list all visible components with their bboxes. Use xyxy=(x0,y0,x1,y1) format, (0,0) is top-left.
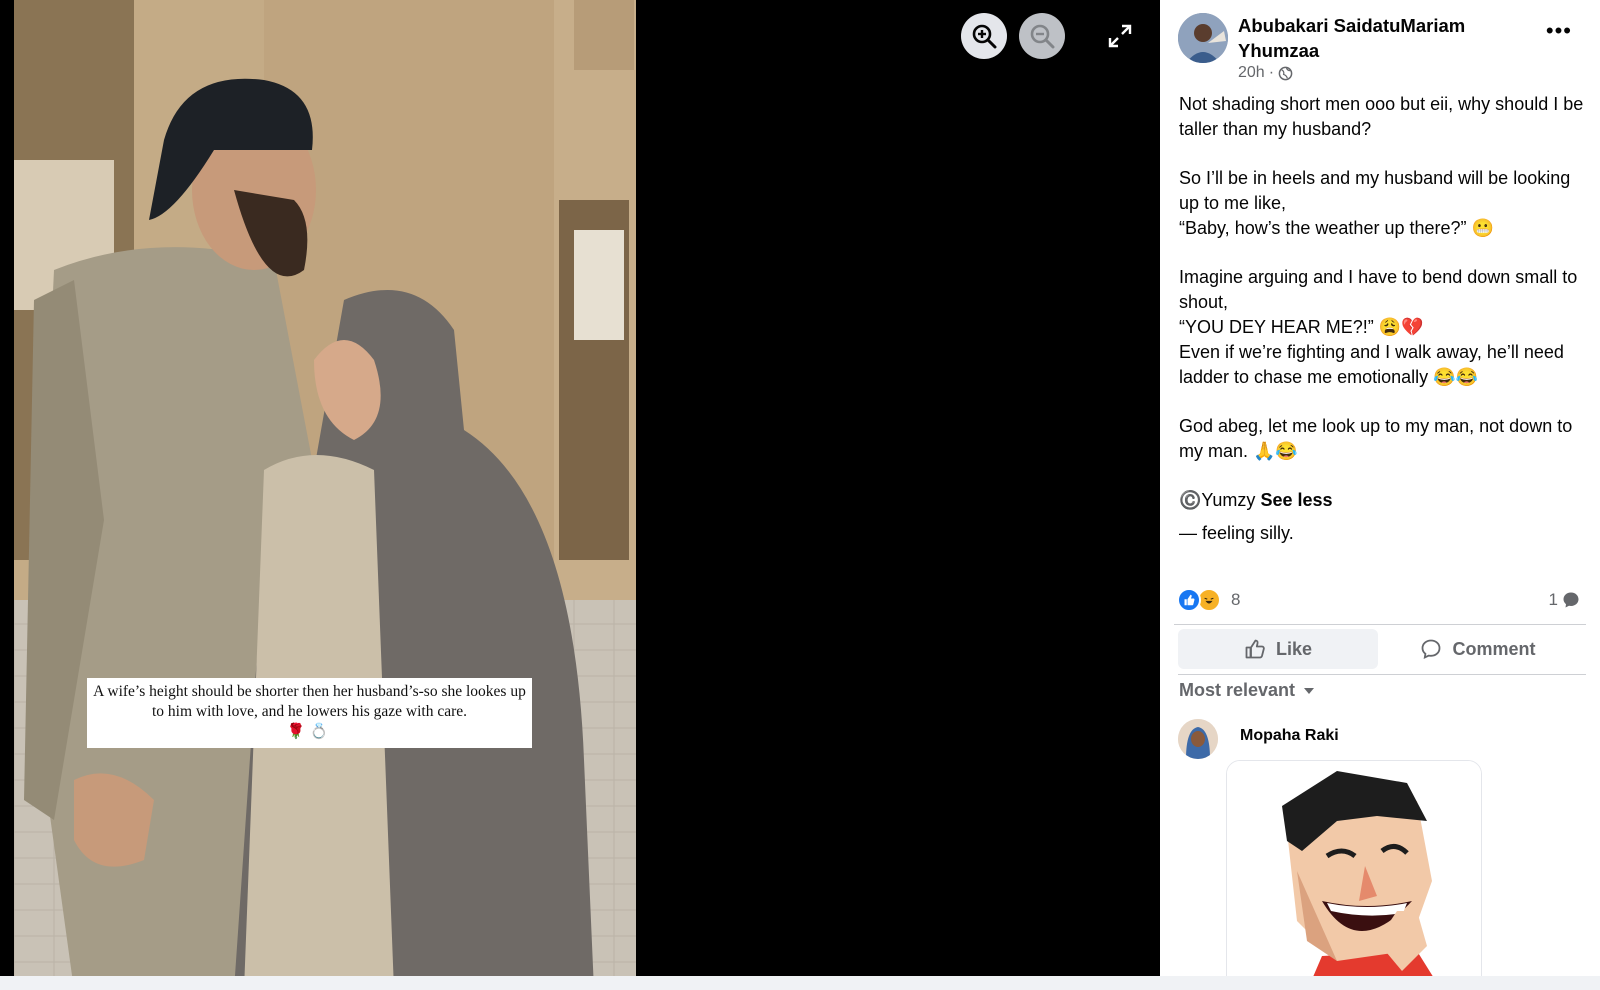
comment-count-value: 1 xyxy=(1548,590,1558,609)
post-paragraph: Not shading short men ooo but eii, why s… xyxy=(1179,94,1584,139)
comment-bubble-icon xyxy=(1563,592,1579,608)
post-paragraph: So I’ll be in heels and my husband will … xyxy=(1179,168,1571,213)
laughing-face-sticker-icon xyxy=(1227,761,1481,990)
post-credit-line: ©️Yumzy See less xyxy=(1179,488,1589,513)
zoom-in-button[interactable] xyxy=(961,13,1007,59)
commenter-name[interactable]: Mopaha Raki xyxy=(1240,727,1339,745)
globe-icon xyxy=(1278,66,1293,80)
post-paragraph: God abeg, let me look up to my man, not … xyxy=(1179,416,1573,461)
post-photo[interactable]: A wife’s height should be shorter then h… xyxy=(14,0,636,990)
like-reaction-icon xyxy=(1177,588,1201,612)
like-button[interactable]: Like xyxy=(1178,629,1378,669)
post-paragraph: Imagine arguing and I have to bend down … xyxy=(1179,267,1578,312)
post-paragraph: “Baby, how’s the weather up there?” 😬 xyxy=(1179,218,1494,238)
author-avatar[interactable] xyxy=(1178,13,1228,63)
post-paragraph: “YOU DEY HEAR ME?!” 😩💔 xyxy=(1179,317,1424,337)
author-name[interactable]: Abubakari SaidatuMariam Yhumzaa xyxy=(1238,13,1498,63)
comment-sort-label: Most relevant xyxy=(1179,680,1296,700)
comment-label: Comment xyxy=(1452,638,1536,659)
fullscreen-icon xyxy=(1108,24,1132,48)
bottom-bar xyxy=(0,976,1600,990)
image-caption-emoji: 🌹💍 xyxy=(286,724,333,740)
meta-separator: · xyxy=(1268,64,1275,81)
comment-sticker[interactable] xyxy=(1226,760,1482,990)
like-label: Like xyxy=(1275,638,1313,659)
reaction-count: 8 xyxy=(1231,590,1241,609)
zoom-in-icon xyxy=(972,24,997,49)
photo-viewer: A wife’s height should be shorter then h… xyxy=(0,0,1160,990)
reaction-summary[interactable]: 8 xyxy=(1177,588,1240,612)
zoom-out-icon xyxy=(1030,24,1055,49)
feeling-status: — feeling silly. xyxy=(1179,523,1294,543)
post-actions: Like Comment xyxy=(1178,629,1578,669)
comment-button[interactable]: Comment xyxy=(1378,629,1578,669)
divider xyxy=(1174,624,1586,625)
post-paragraph: Even if we’re fighting and I walk away, … xyxy=(1179,342,1564,387)
post-sidebar: Abubakari SaidatuMariam Yhumzaa 20h · ••… xyxy=(1160,0,1600,990)
commenter-avatar[interactable] xyxy=(1178,719,1218,759)
thumbs-up-icon xyxy=(1245,639,1265,659)
comment-count[interactable]: 1 xyxy=(1549,590,1580,610)
see-less-link[interactable]: See less xyxy=(1260,490,1332,510)
fullscreen-button[interactable] xyxy=(1106,22,1134,50)
divider xyxy=(1178,674,1586,675)
post-text: Not shading short men ooo but eii, why s… xyxy=(1179,92,1589,513)
comment-sort-dropdown[interactable]: Most relevant xyxy=(1179,680,1315,701)
zoom-out-button[interactable] xyxy=(1019,13,1065,59)
caret-down-icon xyxy=(1304,687,1315,694)
post-time[interactable]: 20h xyxy=(1238,64,1265,82)
image-caption: A wife’s height should be shorter then h… xyxy=(87,678,532,748)
more-options-button[interactable]: ••• xyxy=(1546,20,1572,42)
comment-icon xyxy=(1422,639,1441,660)
post-credit: ©️Yumzy xyxy=(1179,490,1256,510)
post-meta: 20h · xyxy=(1238,64,1293,82)
image-caption-text: A wife’s height should be shorter then h… xyxy=(93,683,526,720)
